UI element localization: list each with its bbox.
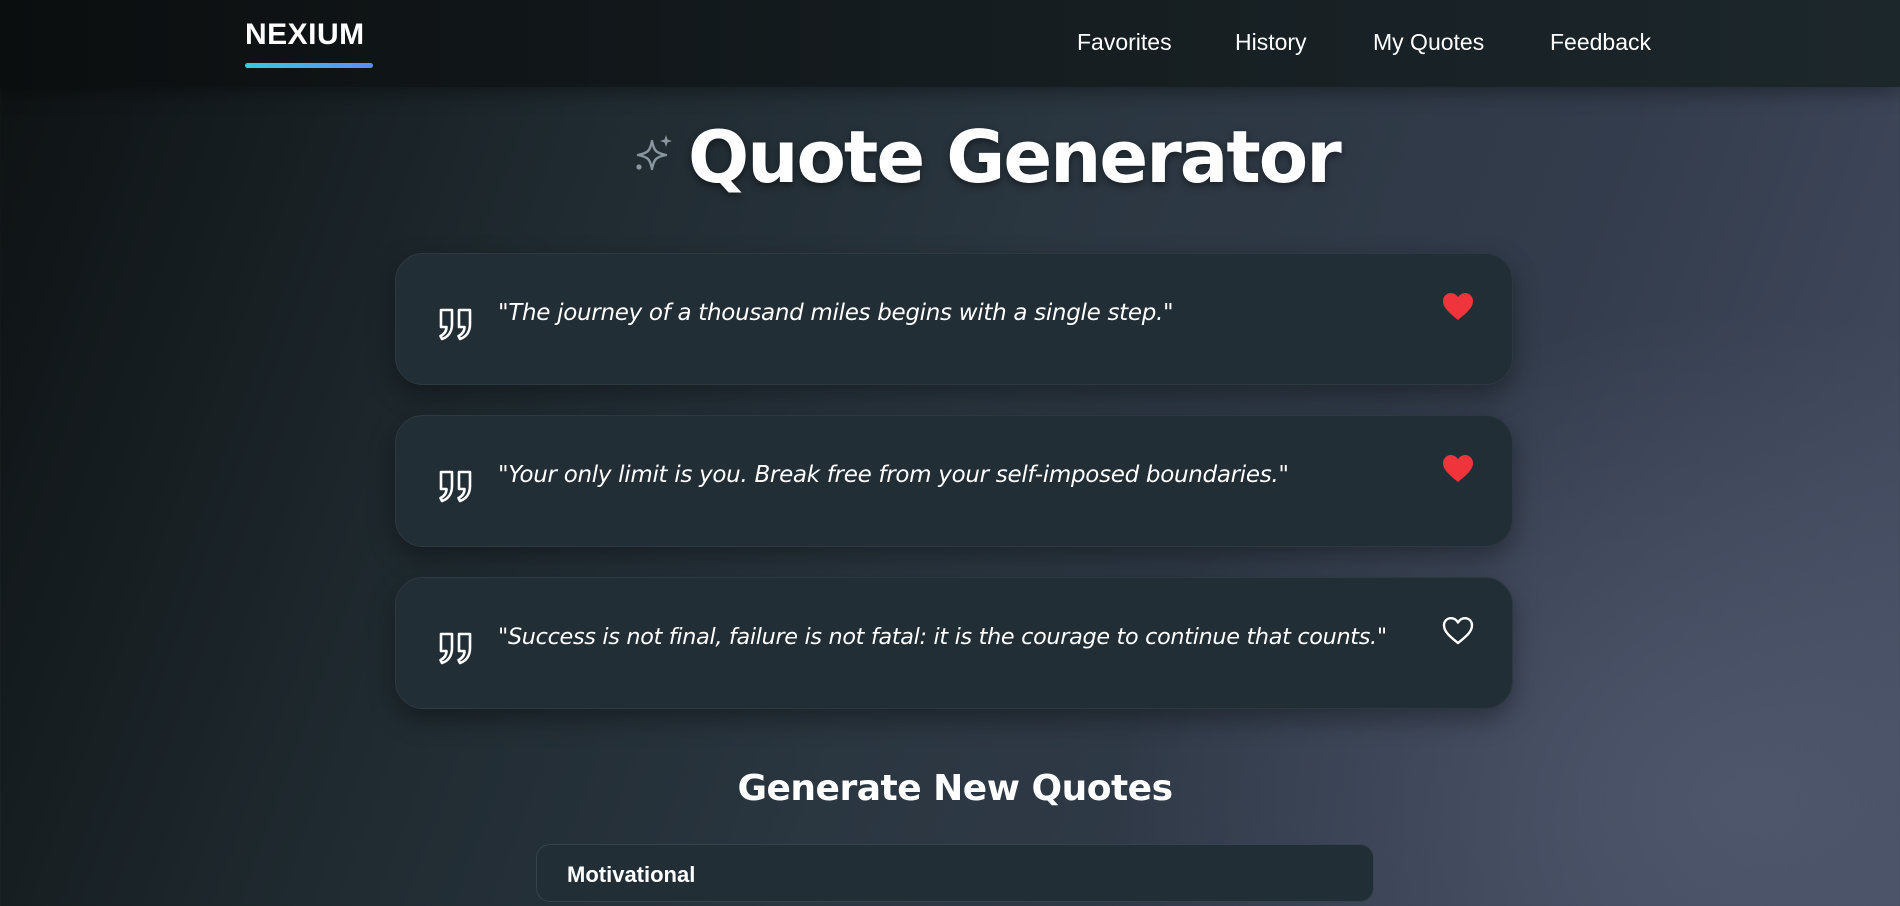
nav-link-my-quotes[interactable]: My Quotes <box>1373 29 1484 56</box>
nav-link-favorites[interactable]: Favorites <box>1077 29 1172 56</box>
sparkle-icon <box>632 133 674 175</box>
page-title: Quote Generator <box>688 115 1342 199</box>
category-select[interactable]: Motivational <box>536 844 1374 902</box>
quote-text: "Your only limit is you. Break free from… <box>498 462 1289 488</box>
quote-mark-icon <box>438 630 474 666</box>
logo-underline <box>245 63 373 68</box>
quote-card: "Your only limit is you. Break free from… <box>395 415 1513 547</box>
quote-text: "The journey of a thousand miles begins … <box>498 300 1174 326</box>
logo[interactable]: NEXIUM <box>245 18 365 52</box>
nav-link-feedback[interactable]: Feedback <box>1550 29 1651 56</box>
quote-card: "The journey of a thousand miles begins … <box>395 253 1513 385</box>
quote-text: "Success is not final, failure is not fa… <box>498 624 1387 650</box>
heart-filled-icon[interactable] <box>1442 292 1474 322</box>
section-title: Generate New Quotes <box>737 768 1173 809</box>
category-select-value: Motivational <box>567 862 696 887</box>
heart-outline-icon[interactable] <box>1442 616 1474 646</box>
heart-filled-icon[interactable] <box>1442 454 1474 484</box>
nav-link-history[interactable]: History <box>1235 29 1307 56</box>
quote-card: "Success is not final, failure is not fa… <box>395 577 1513 709</box>
quote-mark-icon <box>438 468 474 504</box>
quote-mark-icon <box>438 306 474 342</box>
top-navbar: NEXIUM Favorites History My Quotes Feedb… <box>0 0 1900 87</box>
